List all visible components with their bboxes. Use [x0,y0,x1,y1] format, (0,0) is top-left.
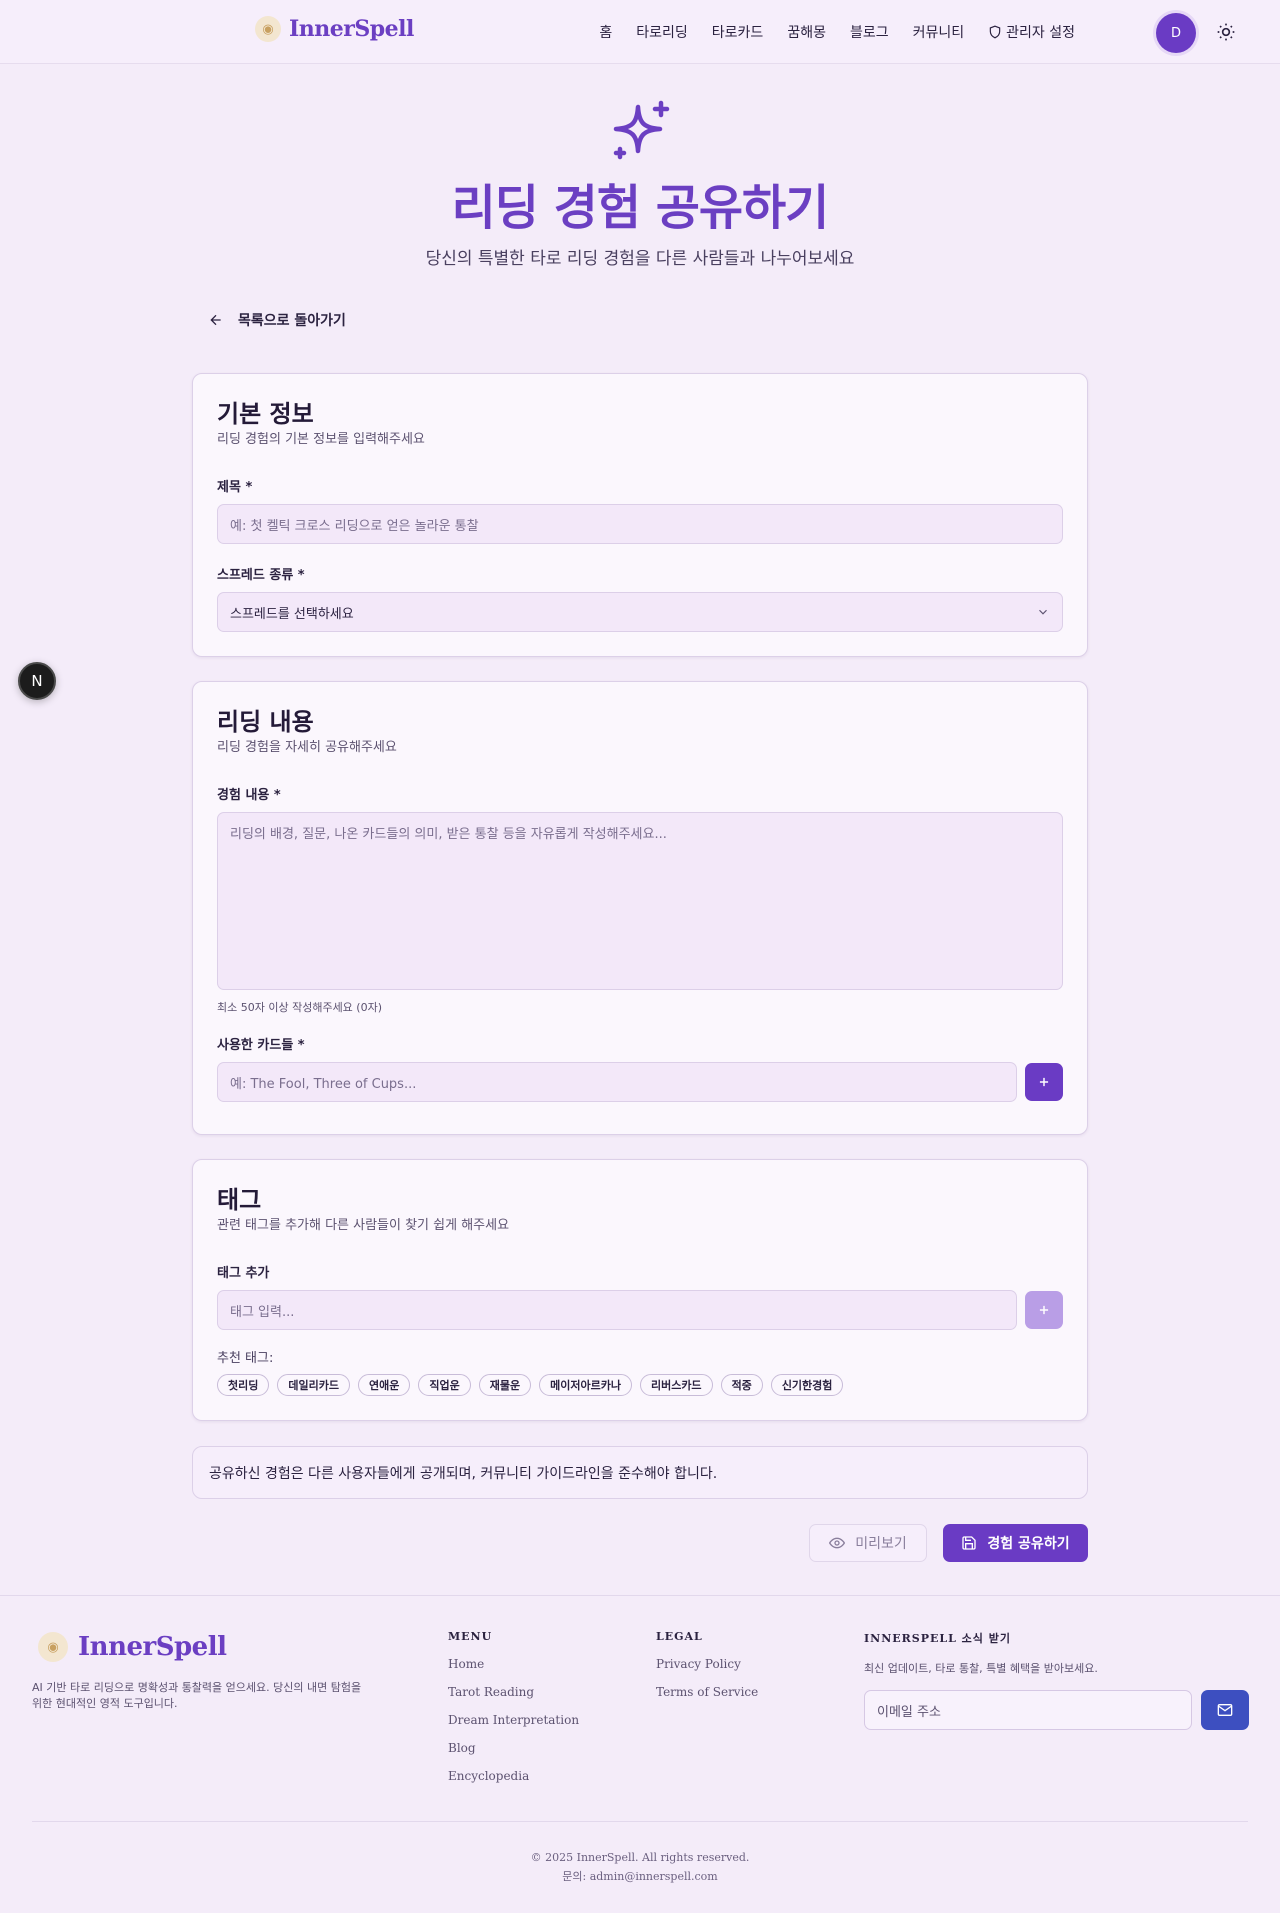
newsletter-title: INNERSPELL 소식 받기 [864,1632,1011,1645]
arrow-left-icon [210,314,221,326]
site-header: ◉ InnerSpell 홈 타로리딩 타로카드 꿈해몽 블로그 커뮤니티 관리… [0,0,1280,64]
cards-label: 사용한 카드들 * [217,1038,305,1053]
tag-chip[interactable]: 신기한경험 [770,1374,844,1396]
nav-tarot-reading[interactable]: 타로리딩 [636,22,688,42]
experience-textarea[interactable]: 리딩의 배경, 질문, 나온 카드들의 의미, 받은 통찰 등을 자유롭게 작성… [217,812,1063,990]
card-title: 리딩 내용 [217,708,314,736]
add-tag-label: 태그 추가 [217,1266,270,1281]
avatar[interactable]: D [1156,13,1196,53]
plus-icon [1039,1305,1049,1315]
sparkles-icon [613,100,670,160]
preview-label: 미리보기 [855,1536,907,1552]
footer-legal: LEGAL Privacy Policy Terms of Service [656,1630,758,1713]
nav-admin-settings[interactable]: 관리자 설정 [988,22,1075,42]
add-card-button[interactable] [1025,1063,1063,1101]
newsletter-email-input[interactable]: 이메일 주소 [864,1690,1192,1730]
footer-divider [32,1821,1248,1822]
reading-content-card: 리딩 내용 리딩 경험을 자세히 공유해주세요 경험 내용 * 리딩의 배경, … [192,681,1088,1135]
footer-logo[interactable]: ◉ InnerSpell [38,1632,227,1662]
back-to-list-link[interactable]: 목록으로 돌아가기 [208,310,346,330]
basic-info-card: 기본 정보 리딩 경험의 기본 정보를 입력해주세요 제목 * 예: 첫 켈틱 … [192,373,1088,657]
preview-button[interactable]: 미리보기 [809,1524,927,1562]
footer-menu: MENU Home Tarot Reading Dream Interpreta… [448,1630,579,1797]
footer-link-encyclopedia[interactable]: Encyclopedia [448,1769,579,1785]
footer-description: AI 기반 타로 리딩으로 명확성과 통찰력을 얻으세요. 당신의 내면 탐험을… [32,1681,362,1710]
contact-text[interactable]: 문의: admin@innerspell.com [0,1867,1280,1886]
site-footer: ◉ InnerSpell AI 기반 타로 리딩으로 명확성과 통찰력을 얻으세… [0,1595,1280,1913]
card-description: 리딩 경험을 자세히 공유해주세요 [217,740,397,755]
nav-blog[interactable]: 블로그 [850,22,889,42]
tag-chip[interactable]: 데일리카드 [277,1374,350,1396]
card-title: 태그 [217,1186,262,1214]
tag-chip[interactable]: 메이저아르카나 [539,1374,632,1396]
footer-legal-title: LEGAL [656,1630,703,1643]
submit-label: 경험 공유하기 [987,1536,1070,1552]
logo[interactable]: ◉ InnerSpell [255,16,414,42]
logo-text: InnerSpell [289,16,414,42]
char-count-hint: 최소 50자 이상 작성해주세요 (0자) [217,1001,383,1014]
admin-label: 관리자 설정 [1006,25,1075,41]
eye-logo-icon: ◉ [38,1632,68,1662]
tags-card: 태그 관련 태그를 추가해 다른 사람들이 찾기 쉽게 해주세요 태그 추가 태… [192,1159,1088,1421]
nav-home[interactable]: 홈 [599,22,612,42]
tag-chip[interactable]: 적중 [720,1374,763,1396]
footer-link-dream[interactable]: Dream Interpretation [448,1713,579,1729]
page-title: 리딩 경험 공유하기 [451,180,830,236]
page-subtitle: 당신의 특별한 타로 리딩 경험을 다른 사람들과 나누어보세요 [425,249,855,269]
experience-label: 경험 내용 * [217,788,281,803]
eye-icon [829,1537,846,1549]
sun-icon[interactable] [1216,22,1236,42]
title-label: 제목 * [217,480,253,495]
newsletter-description: 최신 업데이트, 타로 통찰, 특별 혜택을 받아보세요. [864,1662,1098,1675]
spread-select-value: 스프레드를 선택하세요 [230,606,354,622]
footer-newsletter: INNERSPELL 소식 받기 최신 업데이트, 타로 통찰, 특별 혜택을 … [864,1630,1098,1676]
share-experience-button[interactable]: 경험 공유하기 [943,1524,1088,1562]
spread-label: 스프레드 종류 * [217,568,305,583]
back-label: 목록으로 돌아가기 [238,313,346,329]
footer-copyright: © 2025 InnerSpell. All rights reserved. … [0,1848,1280,1886]
card-description: 관련 태그를 추가해 다른 사람들이 찾기 쉽게 해주세요 [217,1218,510,1233]
newsletter-subscribe-button[interactable] [1201,1690,1249,1730]
card-description: 리딩 경험의 기본 정보를 입력해주세요 [217,432,425,447]
spread-select[interactable]: 스프레드를 선택하세요 [217,592,1063,632]
mail-icon [1217,1704,1233,1716]
card-title: 기본 정보 [217,400,314,428]
chevron-down-icon [1039,609,1047,615]
nav-tarot-cards[interactable]: 타로카드 [712,22,764,42]
save-icon [962,1536,977,1550]
community-notice: 공유하신 경험은 다른 사용자들에게 공개되며, 커뮤니티 가이드라인을 준수해… [192,1446,1088,1499]
tag-input[interactable]: 태그 입력... [217,1290,1017,1330]
tag-chip[interactable]: 재물운 [478,1374,532,1396]
footer-link-privacy[interactable]: Privacy Policy [656,1657,758,1673]
copyright-text: © 2025 InnerSpell. All rights reserved. [530,1851,750,1864]
footer-link-tarot-reading[interactable]: Tarot Reading [448,1685,579,1701]
footer-link-terms[interactable]: Terms of Service [656,1685,758,1701]
tag-chip[interactable]: 직업운 [418,1374,471,1396]
tag-chip[interactable]: 리버스카드 [639,1374,713,1396]
shield-icon [989,25,1001,39]
footer-link-home[interactable]: Home [448,1657,579,1673]
footer-menu-title: MENU [448,1630,493,1643]
add-tag-button[interactable] [1025,1291,1063,1329]
nav-community[interactable]: 커뮤니티 [913,22,965,42]
suggested-tags: 첫리딩 데일리카드 연애운 직업운 재물운 메이저아르카나 리버스카드 적중 신… [217,1374,844,1396]
title-input[interactable]: 예: 첫 켈틱 크로스 리딩으로 얻은 놀라운 통찰 [217,504,1063,544]
nav-dream[interactable]: 꿈해몽 [787,22,826,42]
footer-link-blog[interactable]: Blog [448,1741,579,1757]
footer-logo-text: InnerSpell [78,1632,227,1662]
suggested-tags-label: 추천 태그: [217,1351,274,1366]
tag-chip[interactable]: 연애운 [357,1374,411,1396]
main-nav: 홈 타로리딩 타로카드 꿈해몽 블로그 커뮤니티 관리자 설정 [599,0,1075,64]
plus-icon [1039,1077,1049,1087]
cards-input[interactable]: 예: The Fool, Three of Cups... [217,1062,1017,1102]
eye-logo-icon: ◉ [255,16,281,42]
tag-chip[interactable]: 첫리딩 [217,1374,270,1396]
dev-tools-badge[interactable]: N [18,662,56,700]
